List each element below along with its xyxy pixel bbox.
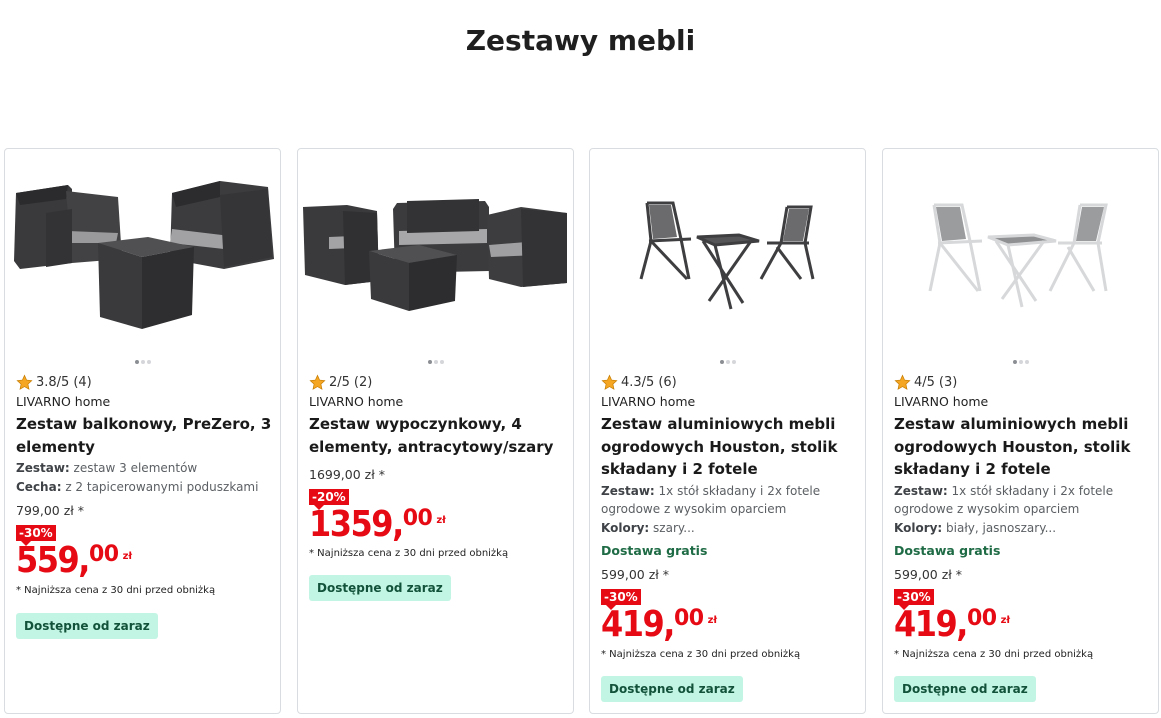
rating[interactable]: 4/5 (3) bbox=[894, 373, 1150, 391]
lowest-price-note: * Najniższa cena z 30 dni przed obniżką bbox=[894, 649, 1094, 660]
product-attribute: Zestaw: 1x stół składany i 2x fotele ogr… bbox=[601, 482, 857, 519]
old-price: 799,00 zł * bbox=[16, 503, 85, 518]
carousel-dot[interactable] bbox=[725, 360, 730, 364]
old-price: 599,00 zł * bbox=[601, 567, 670, 582]
product-card[interactable]: 4.3/5 (6) LIVARNO home Zestaw aluminiowy… bbox=[589, 148, 866, 714]
carousel-dot[interactable] bbox=[1024, 360, 1029, 364]
star-icon bbox=[601, 374, 618, 391]
product-attribute: Cecha: z 2 tapicerowanymi poduszkami bbox=[16, 478, 272, 497]
carousel-dot[interactable] bbox=[146, 360, 151, 364]
price-decimal: 00 bbox=[88, 542, 119, 567]
rating-value: 3.8/5 bbox=[36, 374, 70, 390]
availability-badge[interactable]: Dostępne od zaraz bbox=[309, 575, 451, 601]
product-attribute: Kolory: szary... bbox=[601, 519, 857, 538]
product-image[interactable] bbox=[6, 151, 279, 341]
product-attribute: Kolory: biały, jasnoszary... bbox=[894, 519, 1150, 538]
lowest-price-note: * Najniższa cena z 30 dni przed obniżką bbox=[16, 585, 216, 596]
attribute-label: Kolory: bbox=[601, 520, 650, 535]
review-count: (2) bbox=[353, 374, 373, 390]
star-icon bbox=[894, 374, 911, 391]
carousel-dot[interactable] bbox=[134, 360, 139, 364]
carousel-dot[interactable] bbox=[1018, 360, 1023, 364]
product-card[interactable]: 4/5 (3) LIVARNO home Zestaw aluminiowych… bbox=[882, 148, 1159, 714]
price-whole: 419, bbox=[601, 602, 675, 646]
carousel-dot[interactable] bbox=[1012, 360, 1017, 364]
carousel-dot[interactable] bbox=[731, 360, 736, 364]
current-price: 1359, 00 zł bbox=[309, 506, 446, 542]
rating[interactable]: 3.8/5 (4) bbox=[16, 373, 272, 391]
product-image[interactable] bbox=[299, 151, 572, 341]
lowest-price-note: * Najniższa cena z 30 dni przed obniżką bbox=[601, 649, 801, 660]
availability-badge[interactable]: Dostępne od zaraz bbox=[894, 676, 1036, 702]
rating[interactable]: 4.3/5 (6) bbox=[601, 373, 857, 391]
price-currency: zł bbox=[436, 515, 446, 526]
carousel-dot[interactable] bbox=[439, 360, 444, 364]
carousel-dot[interactable] bbox=[433, 360, 438, 364]
price-currency: zł bbox=[707, 615, 718, 626]
current-price: 419, 00 zł bbox=[894, 606, 1011, 642]
attribute-label: Kolory: bbox=[894, 520, 943, 535]
star-icon bbox=[309, 374, 326, 391]
current-price: 419, 00 zł bbox=[601, 606, 718, 642]
image-carousel-dots[interactable] bbox=[5, 357, 280, 364]
old-price: 599,00 zł * bbox=[894, 567, 963, 582]
product-title[interactable]: Zestaw wypoczynkowy, 4 elementy, antracy… bbox=[309, 413, 565, 458]
carousel-dot[interactable] bbox=[427, 360, 432, 364]
product-image[interactable] bbox=[884, 151, 1157, 341]
price-currency: zł bbox=[122, 551, 133, 562]
image-carousel-dots[interactable] bbox=[590, 357, 865, 364]
availability-badge[interactable]: Dostępne od zaraz bbox=[16, 613, 158, 639]
brand-name: LIVARNO home bbox=[601, 394, 696, 409]
rating-value: 4.3/5 bbox=[621, 374, 655, 390]
availability-badge[interactable]: Dostępne od zaraz bbox=[601, 676, 743, 702]
price-whole: 1359, bbox=[309, 502, 404, 546]
carousel-dot[interactable] bbox=[140, 360, 145, 364]
attribute-label: Cecha: bbox=[16, 479, 62, 494]
product-attribute: Zestaw: 1x stół składany i 2x fotele ogr… bbox=[894, 482, 1150, 519]
free-shipping-label: Dostawa gratis bbox=[894, 543, 1001, 558]
price-whole: 559, bbox=[16, 538, 90, 582]
rating-value: 4/5 bbox=[914, 374, 935, 390]
attribute-label: Zestaw: bbox=[601, 483, 655, 498]
carousel-dot[interactable] bbox=[719, 360, 724, 364]
product-title[interactable]: Zestaw balkonowy, PreZero, 3 elementy bbox=[16, 413, 272, 458]
star-icon bbox=[16, 374, 33, 391]
price-whole: 419, bbox=[894, 602, 968, 646]
brand-name: LIVARNO home bbox=[894, 394, 989, 409]
attribute-value: zestaw 3 elementów bbox=[69, 461, 198, 475]
current-price: 559, 00 zł bbox=[16, 542, 133, 578]
price-decimal: 00 bbox=[673, 606, 704, 631]
price-decimal: 00 bbox=[966, 606, 997, 631]
product-card[interactable]: 3.8/5 (4) LIVARNO home Zestaw balkonowy,… bbox=[4, 148, 281, 714]
review-count: (6) bbox=[658, 374, 677, 390]
attribute-value: biały, jasnoszary... bbox=[942, 520, 1057, 535]
price-decimal: 00 bbox=[402, 506, 433, 531]
rating[interactable]: 2/5 (2) bbox=[309, 373, 565, 391]
product-card[interactable]: 2/5 (2) LIVARNO home Zestaw wypoczynkowy… bbox=[297, 148, 574, 714]
lowest-price-note: * Najniższa cena z 30 dni przed obniżką bbox=[309, 548, 509, 559]
attribute-label: Zestaw: bbox=[894, 483, 948, 498]
product-image[interactable] bbox=[591, 151, 864, 341]
old-price: 1699,00 zł * bbox=[309, 467, 386, 482]
product-attribute: Zestaw: zestaw 3 elementów bbox=[16, 459, 272, 478]
image-carousel-dots[interactable] bbox=[883, 357, 1158, 364]
page-title: Zestawy mebli bbox=[465, 24, 696, 57]
product-title[interactable]: Zestaw aluminiowych mebli ogrodowych Hou… bbox=[601, 413, 857, 481]
rating-value: 2/5 bbox=[329, 374, 350, 390]
attribute-label: Zestaw: bbox=[16, 461, 70, 475]
brand-name: LIVARNO home bbox=[16, 394, 111, 409]
image-carousel-dots[interactable] bbox=[298, 357, 573, 364]
attribute-value: z 2 tapicerowanymi poduszkami bbox=[61, 479, 259, 494]
review-count: (4) bbox=[73, 374, 92, 390]
price-currency: zł bbox=[1000, 615, 1011, 626]
free-shipping-label: Dostawa gratis bbox=[601, 543, 708, 558]
review-count: (3) bbox=[938, 374, 958, 390]
product-title[interactable]: Zestaw aluminiowych mebli ogrodowych Hou… bbox=[894, 413, 1150, 481]
attribute-value: szary... bbox=[649, 520, 695, 535]
brand-name: LIVARNO home bbox=[309, 394, 404, 409]
